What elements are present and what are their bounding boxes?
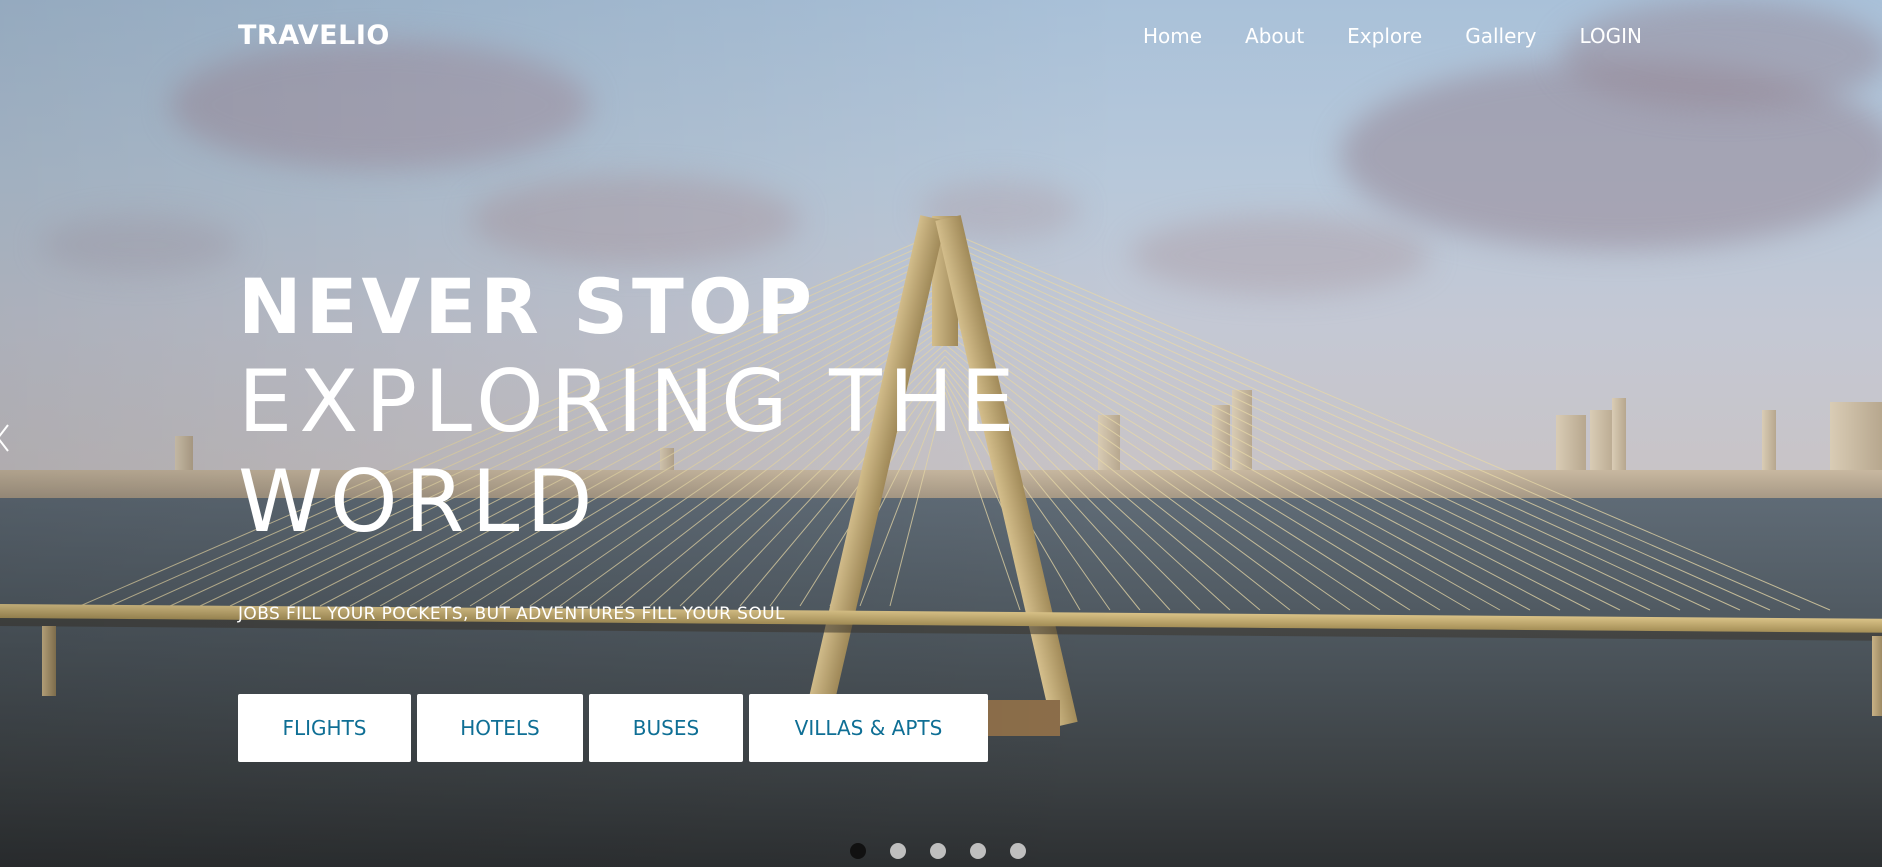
villas-apts-button[interactable]: VILLAS & APTS — [749, 694, 988, 762]
nav-link-login[interactable]: LOGIN — [1579, 24, 1642, 48]
navbar: TRAVELIO Home About Explore Gallery LOGI… — [0, 0, 1882, 74]
carousel-dot-3[interactable] — [930, 843, 946, 859]
nav-menu: Home About Explore Gallery LOGIN — [1143, 24, 1642, 48]
carousel-pagination — [850, 843, 1026, 859]
hero-title-line-2: EXPLORING THE — [238, 352, 1022, 452]
hotels-button[interactable]: HOTELS — [417, 694, 583, 762]
hero-title-line-1: NEVER STOP — [238, 262, 817, 351]
service-buttons: FLIGHTS HOTELS BUSES VILLAS & APTS — [238, 694, 988, 762]
hero-tagline: JOBS FILL YOUR POCKETS, BUT ADVENTURES F… — [238, 604, 785, 624]
brand-logo[interactable]: TRAVELIO — [238, 20, 390, 51]
nav-link-home[interactable]: Home — [1143, 24, 1202, 48]
carousel-dot-5[interactable] — [1010, 843, 1026, 859]
carousel-dot-2[interactable] — [890, 843, 906, 859]
nav-link-about[interactable]: About — [1245, 24, 1304, 48]
hero-heading: NEVER STOP EXPLORING THE WORLD — [238, 262, 1022, 552]
flights-button[interactable]: FLIGHTS — [238, 694, 411, 762]
buses-button[interactable]: BUSES — [589, 694, 743, 762]
hero-title-line-3: WORLD — [238, 452, 600, 552]
nav-link-gallery[interactable]: Gallery — [1465, 24, 1536, 48]
chevron-left-icon[interactable] — [0, 420, 16, 460]
carousel-dot-4[interactable] — [970, 843, 986, 859]
carousel-dot-1[interactable] — [850, 843, 866, 859]
nav-link-explore[interactable]: Explore — [1347, 24, 1422, 48]
